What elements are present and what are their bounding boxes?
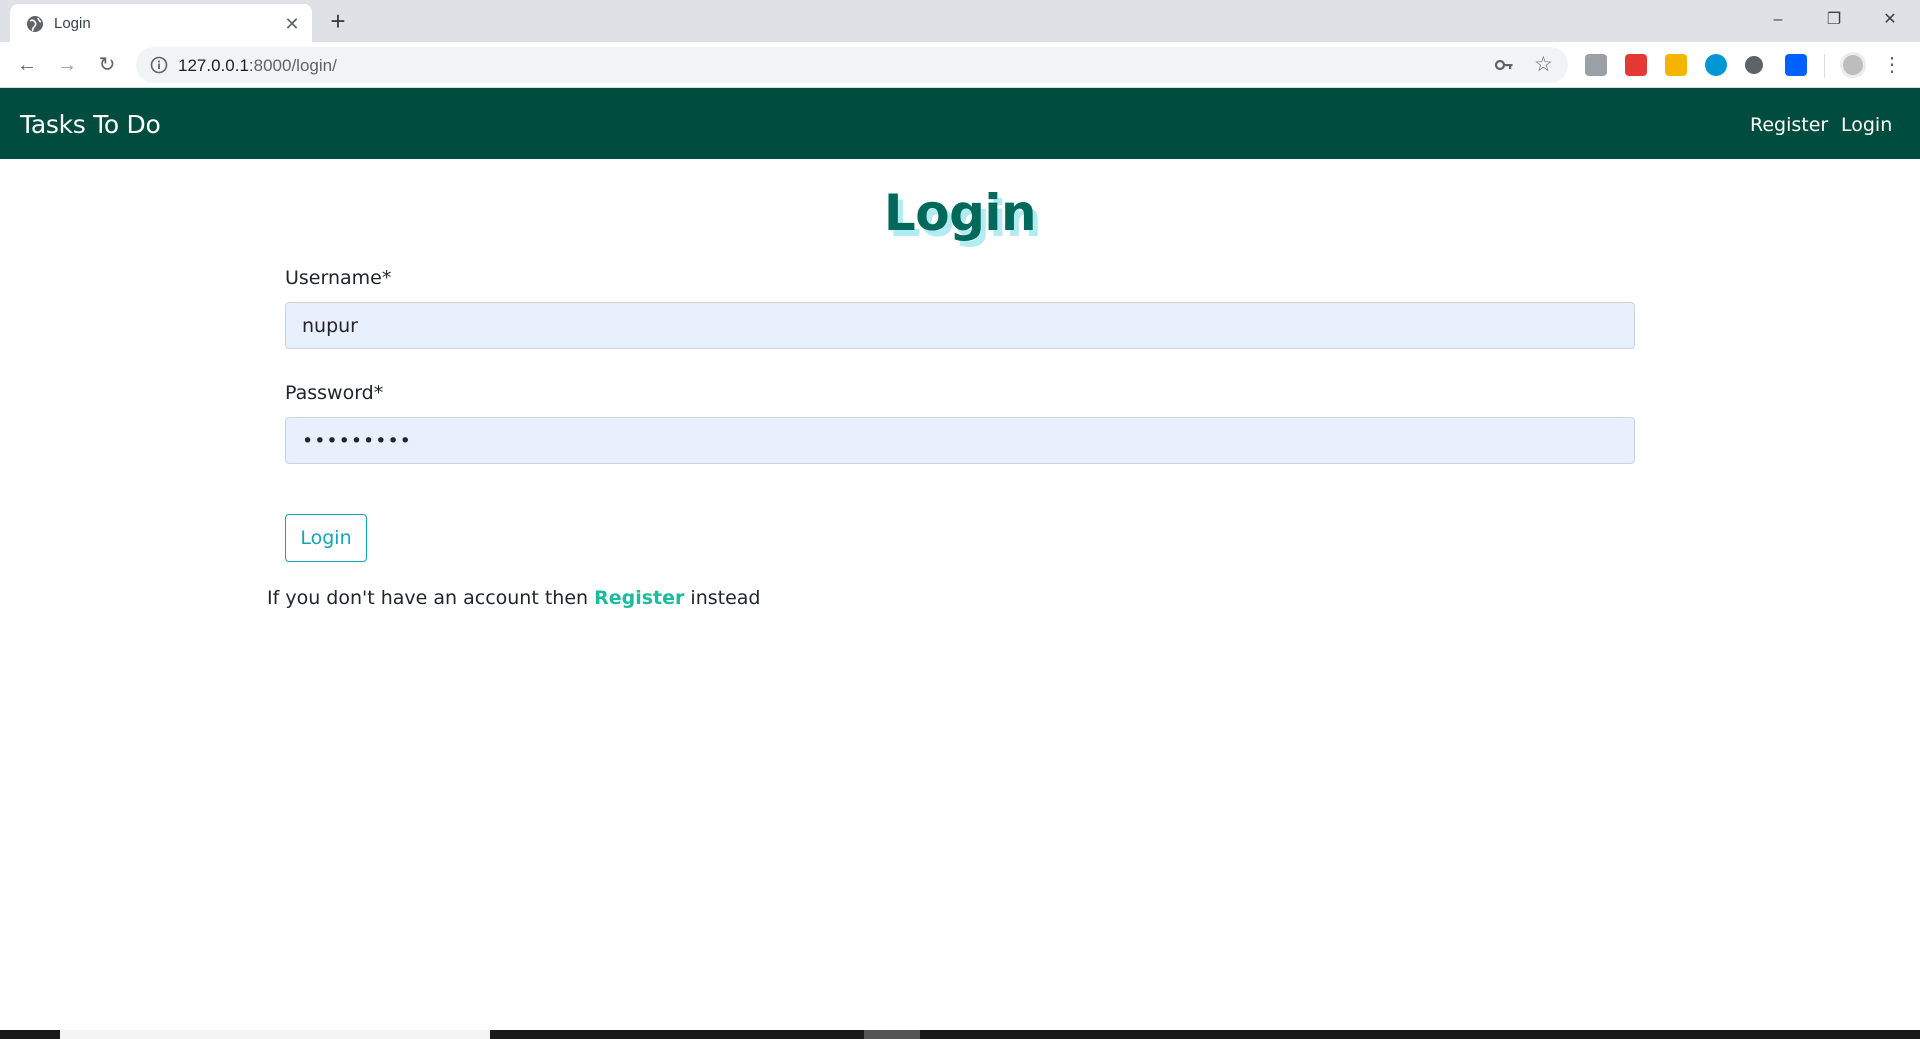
- circle-extension-icon[interactable]: [1745, 56, 1763, 74]
- readability-extension-icon[interactable]: [1585, 54, 1607, 76]
- info-icon[interactable]: [150, 56, 168, 74]
- forward-icon[interactable]: →: [52, 50, 82, 80]
- helper-prefix: If you don't have an account then: [267, 587, 595, 609]
- taskbar-app-item[interactable]: [864, 1030, 920, 1039]
- reload-icon[interactable]: ↻: [92, 50, 122, 80]
- w-extension-icon[interactable]: [1665, 54, 1687, 76]
- nav-register-link[interactable]: Register: [1750, 114, 1828, 136]
- app-navbar: Tasks To Do Register Login: [0, 88, 1920, 159]
- bookmark-star-icon[interactable]: ☆: [1534, 53, 1553, 77]
- dropbox-extension-icon[interactable]: [1785, 54, 1807, 76]
- new-tab-button[interactable]: +: [324, 8, 352, 36]
- password-input[interactable]: [285, 417, 1635, 464]
- minimize-button[interactable]: –: [1756, 6, 1800, 34]
- back-icon[interactable]: ←: [12, 50, 42, 80]
- tab-title: Login: [54, 15, 91, 32]
- browser-menu-icon[interactable]: ⋮: [1882, 54, 1902, 76]
- hp-extension-icon[interactable]: [1705, 54, 1727, 76]
- browser-tab[interactable]: Login ✕: [10, 4, 312, 42]
- taskbar-search-box[interactable]: [60, 1030, 490, 1039]
- brand-link[interactable]: Tasks To Do: [20, 110, 161, 139]
- password-label: Password*: [285, 382, 384, 404]
- toolbar-divider: [1824, 54, 1825, 78]
- browser-tabstrip: Login ✕ + – ❐ ✕: [0, 0, 1920, 42]
- page-title: Login: [883, 184, 1037, 242]
- username-label: Username*: [285, 267, 392, 289]
- nav-login-link[interactable]: Login: [1841, 114, 1892, 136]
- register-link[interactable]: Register: [594, 587, 684, 609]
- tab-close-icon[interactable]: ✕: [282, 14, 302, 34]
- register-helper-text: If you don't have an account then Regist…: [267, 587, 761, 609]
- helper-suffix: instead: [684, 587, 761, 609]
- address-bar[interactable]: 127.0.0.1:8000/login/ ☆: [136, 47, 1568, 83]
- url-text: 127.0.0.1:8000/login/: [178, 56, 337, 76]
- profile-avatar[interactable]: [1840, 52, 1866, 78]
- restore-button[interactable]: ❐: [1812, 6, 1856, 34]
- url-path: :8000/login/: [248, 56, 337, 75]
- login-submit-button[interactable]: Login: [285, 514, 367, 562]
- browser-toolbar: ← → ↻ 127.0.0.1:8000/login/ ☆ ⋮: [0, 42, 1920, 88]
- url-host: 127.0.0.1: [178, 56, 249, 75]
- globe-icon: [27, 16, 43, 32]
- red-extension-icon[interactable]: [1625, 54, 1647, 76]
- username-input[interactable]: [285, 302, 1635, 349]
- os-taskbar: [0, 1030, 1920, 1039]
- key-icon[interactable]: [1494, 55, 1514, 75]
- window-close-button[interactable]: ✕: [1868, 6, 1912, 34]
